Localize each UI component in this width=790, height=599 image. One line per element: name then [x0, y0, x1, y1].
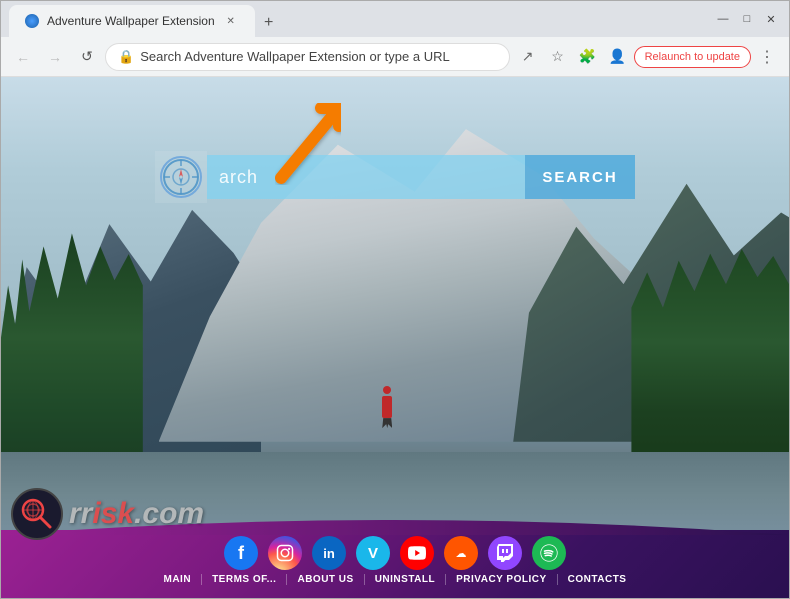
search-placeholder: arch — [219, 167, 258, 188]
logo-text: rrisk.com — [69, 497, 204, 531]
nav-uninstall[interactable]: UNINSTALL — [365, 574, 446, 585]
person-head — [383, 386, 391, 394]
search-button[interactable]: SEARCH — [525, 155, 635, 199]
search-bar: arch SEARCH — [155, 155, 635, 199]
compass-icon — [160, 156, 202, 198]
title-bar: Adventure Wallpaper Extension ✕ + — □ ✕ — [1, 1, 789, 37]
page-content: arch SEARCH — [1, 77, 789, 598]
nav-terms[interactable]: TERMS OF... — [202, 574, 287, 585]
minimize-button[interactable]: — — [713, 9, 733, 29]
logo-area: rrisk.com — [11, 488, 204, 540]
person-legs — [382, 418, 392, 428]
window-controls: — □ ✕ — [713, 9, 781, 29]
toolbar: ← → ↺ 🔒 Search Adventure Wallpaper Exten… — [1, 37, 789, 77]
toolbar-actions: ↗ ☆ 🧩 👤 Relaunch to update ⋮ — [514, 43, 781, 71]
relaunch-button[interactable]: Relaunch to update — [634, 46, 751, 68]
compass-svg — [162, 158, 200, 196]
address-text: Search Adventure Wallpaper Extension or … — [140, 49, 496, 64]
twitch-icon[interactable] — [488, 536, 522, 570]
logo-text-prefix: rr — [69, 497, 92, 530]
logo-magnifier-icon — [11, 488, 63, 540]
lock-icon: 🔒 — [118, 49, 134, 65]
close-window-button[interactable]: ✕ — [761, 9, 781, 29]
bookmark-icon[interactable]: ☆ — [544, 43, 572, 71]
linkedin-icon[interactable]: in — [312, 536, 346, 570]
forward-button[interactable]: → — [41, 43, 69, 71]
browser-frame: Adventure Wallpaper Extension ✕ + — □ ✕ … — [0, 0, 790, 599]
instagram-icon[interactable] — [268, 536, 302, 570]
search-logo — [155, 151, 207, 203]
tab-title: Adventure Wallpaper Extension — [47, 14, 215, 28]
nav-main[interactable]: MAIN — [154, 574, 203, 585]
profile-icon[interactable]: 👤 — [604, 43, 632, 71]
logo-text-colored: isk — [92, 497, 134, 530]
search-button-label: SEARCH — [542, 169, 617, 186]
new-tab-button[interactable]: + — [255, 9, 283, 37]
magnifier-svg — [19, 496, 55, 532]
youtube-icon[interactable] — [400, 536, 434, 570]
active-tab[interactable]: Adventure Wallpaper Extension ✕ — [9, 5, 255, 37]
tab-close-button[interactable]: ✕ — [223, 13, 239, 29]
nav-privacy[interactable]: PRIVACY POLICY — [446, 574, 558, 585]
orange-arrow — [261, 103, 341, 198]
facebook-icon[interactable]: f — [224, 536, 258, 570]
tab-bar: Adventure Wallpaper Extension ✕ + — [9, 1, 705, 37]
soundcloud-icon[interactable]: ☁ — [444, 536, 478, 570]
vimeo-icon[interactable]: V — [356, 536, 390, 570]
refresh-button[interactable]: ↺ — [73, 43, 101, 71]
nav-contacts[interactable]: CONTACTS — [558, 574, 637, 585]
address-bar[interactable]: 🔒 Search Adventure Wallpaper Extension o… — [105, 43, 510, 71]
nav-about[interactable]: ABOUT US — [287, 574, 364, 585]
share-icon[interactable]: ↗ — [514, 43, 542, 71]
arrow-svg — [261, 103, 341, 193]
tab-favicon-icon — [25, 14, 39, 28]
bottom-bar: f in V ☁ MAIN TERMS OF — [1, 530, 789, 598]
spotify-icon[interactable] — [532, 536, 566, 570]
search-input[interactable]: arch — [207, 155, 525, 199]
menu-button[interactable]: ⋮ — [753, 43, 781, 71]
extensions-icon[interactable]: 🧩 — [574, 43, 602, 71]
person-body — [382, 396, 392, 418]
logo-text-suffix: .com — [134, 497, 204, 530]
back-button[interactable]: ← — [9, 43, 37, 71]
maximize-button[interactable]: □ — [737, 9, 757, 29]
person-figure — [379, 386, 395, 426]
nav-links-row: MAIN TERMS OF... ABOUT US UNINSTALL PRIV… — [1, 574, 789, 585]
